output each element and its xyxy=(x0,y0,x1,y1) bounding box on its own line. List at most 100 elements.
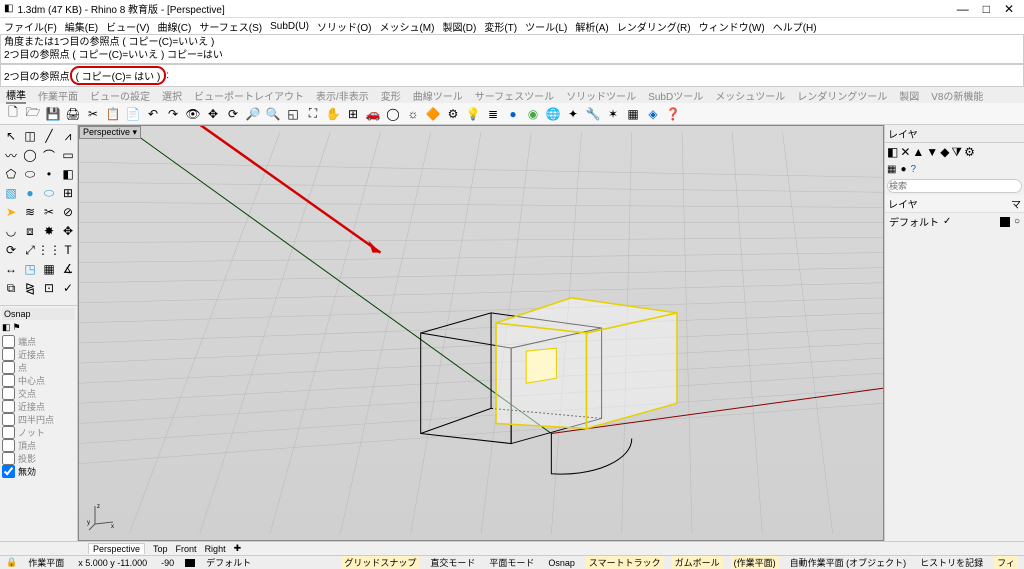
menu-item[interactable]: レンダリング(R) xyxy=(617,19,691,34)
copy-icon[interactable]: 📋 xyxy=(104,105,122,123)
tool-tab[interactable]: 曲線ツール xyxy=(413,88,463,103)
loft-icon[interactable]: ≋ xyxy=(21,203,39,221)
tool-tab[interactable]: 変形 xyxy=(381,88,401,103)
grid-tool-icon[interactable]: ▦ xyxy=(40,260,58,278)
wrench-icon[interactable]: 🔧 xyxy=(584,105,602,123)
tool-tab[interactable]: V8の新機能 xyxy=(931,88,983,103)
sun-icon[interactable]: ☼ xyxy=(404,105,422,123)
tool-tab[interactable]: レンダリングツール xyxy=(797,88,887,103)
grid-icon[interactable]: ▦ xyxy=(624,105,642,123)
join-icon[interactable]: ⧈ xyxy=(21,222,39,240)
undo-icon[interactable]: ↶ xyxy=(144,105,162,123)
text-icon[interactable]: T xyxy=(59,241,77,259)
extrude-icon[interactable]: ➤ xyxy=(2,203,20,221)
curve-icon[interactable]: 〰 xyxy=(2,146,20,164)
zoom-window-icon[interactable]: ⛶ xyxy=(304,105,322,123)
osnap-item[interactable]: 四半円点 xyxy=(2,413,75,426)
earth-icon[interactable]: 🌐 xyxy=(544,105,562,123)
star-icon[interactable]: ✶ xyxy=(604,105,622,123)
cut-icon[interactable]: ✂ xyxy=(84,105,102,123)
layer-search[interactable] xyxy=(887,179,1022,193)
menu-item[interactable]: 変形(T) xyxy=(484,19,517,34)
command-prompt[interactable]: 2つ目の参照点 ( コピー(C)= はい ) : xyxy=(0,64,1024,87)
menu-item[interactable]: ソリッド(O) xyxy=(317,19,371,34)
viewport-tab[interactable]: Top xyxy=(153,544,168,554)
offset-icon[interactable]: ⧉ xyxy=(2,279,20,297)
osnap-item[interactable]: 点 xyxy=(2,361,75,374)
layer-color-icon[interactable]: ◆ xyxy=(940,145,949,160)
layer-new-icon[interactable]: ◧ xyxy=(887,145,898,160)
menu-item[interactable]: ファイル(F) xyxy=(4,19,57,34)
cube-icon[interactable]: ◳ xyxy=(21,260,39,278)
menu-item[interactable]: SubD(U) xyxy=(270,21,309,32)
osnap-item[interactable]: ノット xyxy=(2,426,75,439)
osnap-item[interactable]: 端点 xyxy=(2,335,75,348)
osnap-item[interactable]: 無効 xyxy=(2,465,75,478)
tool-tab[interactable]: 表示/非表示 xyxy=(316,88,369,103)
render-icon[interactable]: ◉ xyxy=(524,105,542,123)
info-icon[interactable]: ◈ xyxy=(644,105,662,123)
menu-item[interactable]: 曲線(C) xyxy=(157,19,191,34)
mesh-icon[interactable]: ⊞ xyxy=(59,184,77,202)
osnap-item[interactable]: 近接点 xyxy=(2,400,75,413)
mirror-icon[interactable]: ⧎ xyxy=(21,279,39,297)
tool-tab[interactable]: SubDツール xyxy=(648,88,703,103)
tool-tab[interactable]: 作業平面 xyxy=(38,88,78,103)
menu-item[interactable]: 編集(E) xyxy=(65,19,98,34)
circle-icon[interactable]: ◯ xyxy=(384,105,402,123)
save-icon[interactable]: 💾 xyxy=(44,105,62,123)
maximize-button[interactable]: □ xyxy=(983,2,990,16)
cylinder-icon[interactable]: ⬭ xyxy=(40,184,58,202)
rotate-icon[interactable]: ⟳ xyxy=(224,105,242,123)
explode-icon[interactable]: ✸ xyxy=(40,222,58,240)
split-icon[interactable]: ⊘ xyxy=(59,203,77,221)
status-item[interactable]: 直交モード xyxy=(427,556,478,569)
layers-icon[interactable]: ≣ xyxy=(484,105,502,123)
status-item[interactable]: フィ xyxy=(994,556,1018,569)
layer-down-icon[interactable]: ▼ xyxy=(926,145,938,160)
layer-del-icon[interactable]: ✕ xyxy=(900,145,910,160)
status-item[interactable]: 自動作業平面 (オブジェクト) xyxy=(787,556,910,569)
settings-icon[interactable]: ⚙ xyxy=(444,105,462,123)
tool-tab[interactable]: 標準 xyxy=(6,87,26,104)
move-tool-icon[interactable]: ✥ xyxy=(59,222,77,240)
rect-icon[interactable]: ▭ xyxy=(59,146,77,164)
prompt-highlight[interactable]: ( コピー(C)= はい ) xyxy=(70,66,167,85)
settings2-icon[interactable]: ✦ xyxy=(564,105,582,123)
open-icon[interactable]: 🗁 xyxy=(24,105,42,123)
tool-tab[interactable]: ソリッドツール xyxy=(566,88,636,103)
menu-item[interactable]: メッシュ(M) xyxy=(379,19,434,34)
osnap-item[interactable]: 投影 xyxy=(2,452,75,465)
osnap-item[interactable]: 交点 xyxy=(2,387,75,400)
help-icon[interactable]: ❓ xyxy=(664,105,682,123)
paste-icon[interactable]: 📄 xyxy=(124,105,142,123)
view-icon[interactable]: 👁 xyxy=(184,105,202,123)
layer-grid-icon[interactable]: ▦ xyxy=(887,164,896,175)
array-icon[interactable]: ⋮⋮ xyxy=(40,241,58,259)
osnap-setting-icon[interactable]: ◧ xyxy=(2,322,11,333)
status-item[interactable]: スマートトラック xyxy=(586,556,664,569)
osnap-item[interactable]: 近接点 xyxy=(2,348,75,361)
menu-item[interactable]: ヘルプ(H) xyxy=(773,19,817,34)
zoom-in-icon[interactable]: 🔎 xyxy=(244,105,262,123)
status-layer[interactable]: デフォルト xyxy=(203,556,254,569)
line-icon[interactable]: ╱ xyxy=(40,127,58,145)
status-item[interactable]: ヒストリを記録 xyxy=(917,556,986,569)
status-item[interactable]: (作業平面) xyxy=(731,556,779,569)
menu-item[interactable]: ウィンドウ(W) xyxy=(699,19,765,34)
tool-tab[interactable]: 製図 xyxy=(899,88,919,103)
pan-icon[interactable]: ✋ xyxy=(324,105,342,123)
move-icon[interactable]: ✥ xyxy=(204,105,222,123)
done-icon[interactable]: ✓ xyxy=(59,279,77,297)
layer-help-icon[interactable]: ? xyxy=(911,164,917,175)
viewport-tab[interactable]: Perspective xyxy=(88,543,145,554)
layer-settings-icon[interactable]: ⚙ xyxy=(964,145,975,160)
status-item[interactable]: グリッドスナップ xyxy=(341,556,419,569)
osnap-flag-icon[interactable]: ⚑ xyxy=(13,322,21,333)
sphere-tool-icon[interactable]: ● xyxy=(21,184,39,202)
minimize-button[interactable]: — xyxy=(957,2,969,16)
redo-icon[interactable]: ↷ xyxy=(164,105,182,123)
status-wp[interactable]: 作業平面 xyxy=(25,556,67,569)
viewport-icon[interactable]: ⊞ xyxy=(344,105,362,123)
menu-item[interactable]: ツール(L) xyxy=(525,19,567,34)
